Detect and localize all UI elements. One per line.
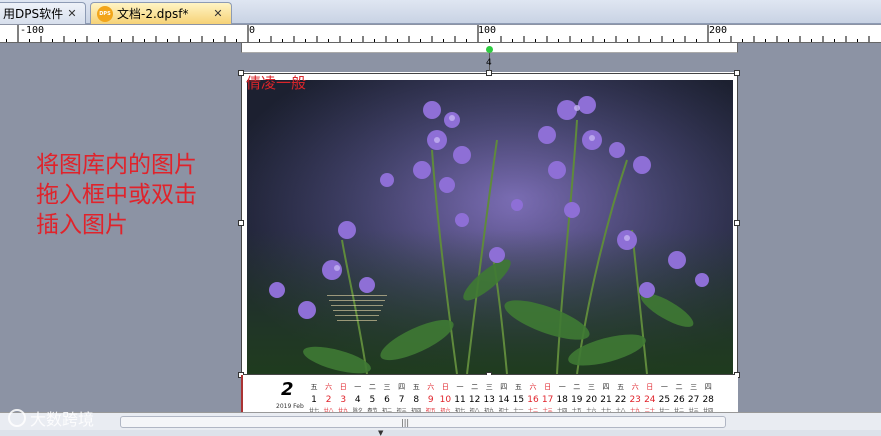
ruler-label: 0 xyxy=(249,25,256,36)
logo-ring-icon xyxy=(8,409,26,427)
calendar-wd: 四 xyxy=(602,383,610,391)
calendar-wd: 日 xyxy=(646,383,654,391)
calendar-wd: 五 xyxy=(310,383,318,391)
instruction-line: 将图库内的图片 xyxy=(36,152,197,178)
calendar-wd: 三 xyxy=(383,383,391,391)
calendar-day: 10 xyxy=(439,395,452,405)
calendar-wd: 六 xyxy=(427,383,435,391)
calendar-wd: 五 xyxy=(617,383,625,391)
tab-label: 文档-2.dpsf* xyxy=(117,7,189,21)
calendar-wd: 二 xyxy=(675,383,683,391)
calendar-wd: 二 xyxy=(471,383,479,391)
calendar-wd: 日 xyxy=(441,383,449,391)
chevron-down-icon[interactable]: ▼ xyxy=(378,429,383,436)
watermark-logo: 大数跨境 xyxy=(8,406,94,430)
calendar-wd: 三 xyxy=(587,383,595,391)
ruler-label: -100 xyxy=(20,25,45,36)
calendar-day: 14 xyxy=(498,395,510,405)
tab-label: 用DPS软件 xyxy=(3,7,64,21)
calendar-day: 11 xyxy=(454,395,466,405)
close-icon[interactable]: ✕ xyxy=(211,7,225,21)
calendar-day: 15 xyxy=(512,395,525,405)
dps-doc-icon: DPS xyxy=(97,5,113,22)
calendar-day: 5 xyxy=(369,395,376,405)
calendar-day: 19 xyxy=(571,395,583,405)
calendar-wd: 六 xyxy=(529,383,537,391)
watermark-text: 大数跨境 xyxy=(30,410,95,429)
calendar-day: 12 xyxy=(468,395,481,405)
ruler-label: 200 xyxy=(709,25,728,36)
calendar-strip[interactable]: 2 2019 Feb 五 1 廿七六 2 廿八日 3 廿九一 4 除夕二 5 春节三 6 初二四 7 初三五… xyxy=(241,375,738,414)
calendar-year-month: 2019 Feb xyxy=(276,403,304,410)
calendar-wd: 三 xyxy=(485,383,493,391)
calendar-day: 8 xyxy=(413,395,420,405)
instruction-line: 插入图片 xyxy=(36,212,128,238)
calendar-day: 1 xyxy=(311,395,317,405)
instruction-text: 将图库内的图片 拖入框中或双击 插入图片 xyxy=(36,150,246,240)
calendar-day: 17 xyxy=(541,395,554,405)
calendar-wd: 一 xyxy=(456,383,464,391)
calendar-day: 26 xyxy=(673,395,685,405)
calendar-day: 16 xyxy=(527,395,539,405)
resize-handle-right[interactable] xyxy=(734,220,740,226)
calendar-wd: 六 xyxy=(325,383,333,391)
ruler-ticks xyxy=(6,25,870,42)
ruler-label: 100 xyxy=(478,25,497,36)
calendar-month: 2 xyxy=(281,379,294,400)
document-tab-bar: 用DPS软件 ✕ DPS 文档-2.dpsf* ✕ xyxy=(0,0,881,24)
calendar-wd: 二 xyxy=(368,383,376,391)
selection-frame[interactable] xyxy=(241,73,738,375)
calendar-day: 3 xyxy=(340,395,347,405)
scrollbar-thumb[interactable]: ||| xyxy=(120,416,726,428)
calendar-wd: 一 xyxy=(660,383,668,391)
calendar-day: 2 xyxy=(325,395,332,405)
horizontal-scrollbar[interactable]: ||| xyxy=(0,412,881,430)
calendar-day: 28 xyxy=(702,395,714,405)
instruction-line: 拖入框中或双击 xyxy=(36,182,197,208)
calendar-day: 24 xyxy=(644,395,656,405)
calendar-day: 20 xyxy=(585,395,598,405)
calendar-wd: 五 xyxy=(514,383,522,391)
status-strip xyxy=(0,430,881,436)
calendar-day: 21 xyxy=(600,395,612,405)
tab-dps-software[interactable]: 用DPS软件 ✕ xyxy=(0,2,86,24)
close-icon[interactable]: ✕ xyxy=(65,7,79,21)
calendar-wd: 四 xyxy=(704,383,712,391)
calendar-wd: 二 xyxy=(573,383,581,391)
calendar-wd: 三 xyxy=(690,383,698,391)
tab-document-2[interactable]: DPS 文档-2.dpsf* ✕ xyxy=(90,2,232,24)
calendar-wd: 一 xyxy=(558,383,566,391)
rotation-label: 4 xyxy=(486,58,492,68)
rotation-handle[interactable] xyxy=(486,46,493,53)
canvas-text[interactable]: 倩凌一般 xyxy=(246,72,306,93)
calendar-day: 22 xyxy=(614,395,627,405)
calendar-day: 4 xyxy=(354,395,361,405)
calendar-wd: 五 xyxy=(412,383,420,391)
calendar-day: 6 xyxy=(384,395,390,405)
calendar-wd: 日 xyxy=(339,383,347,391)
calendar-wd: 日 xyxy=(544,383,552,391)
calendar-day: 18 xyxy=(556,395,568,405)
calendar-day: 25 xyxy=(658,395,671,405)
calendar-wd: 四 xyxy=(500,383,508,391)
resize-handle-top-left[interactable] xyxy=(238,70,244,76)
calendar-day: 23 xyxy=(629,395,641,405)
calendar-day: 27 xyxy=(687,395,700,405)
calendar-wd: 四 xyxy=(398,383,406,391)
calendar-wd: 一 xyxy=(354,383,362,391)
calendar-wd: 六 xyxy=(631,383,639,391)
calendar-day: 7 xyxy=(398,395,405,405)
horizontal-ruler[interactable]: -100 0 100 200 xyxy=(0,25,881,43)
calendar-day: 9 xyxy=(427,395,434,405)
resize-handle-top-right[interactable] xyxy=(734,70,740,76)
scrollbar-grip-icon: ||| xyxy=(401,418,410,427)
calendar-day: 13 xyxy=(483,395,495,405)
